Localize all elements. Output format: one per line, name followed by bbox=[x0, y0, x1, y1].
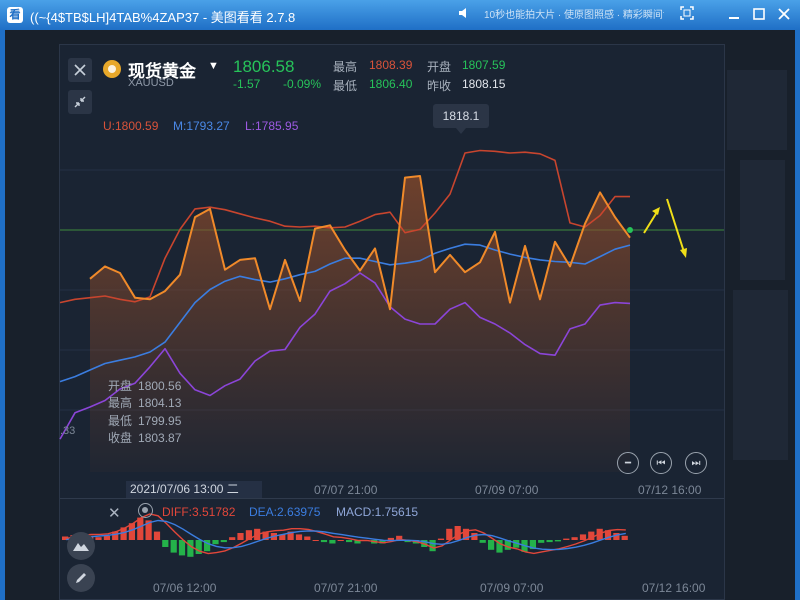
main-x-tick: 07/07 21:00 bbox=[314, 483, 378, 497]
macd-x-tick: 07/06 12:00 bbox=[153, 581, 217, 595]
pencil-icon bbox=[76, 573, 86, 583]
caret-down-icon[interactable]: ▼ bbox=[208, 60, 219, 72]
ohlc-high: 最高 1804.13 bbox=[108, 394, 181, 411]
ohlc-open: 开盘 1800.56 bbox=[108, 377, 181, 394]
mountain-chart-button[interactable] bbox=[67, 532, 95, 560]
ohlc-low-value: 1799.95 bbox=[138, 414, 182, 428]
macd-x-tick: 07/12 16:00 bbox=[642, 581, 706, 595]
speaker-icon[interactable] bbox=[454, 5, 474, 25]
main-x-tick: 07/09 07:00 bbox=[475, 483, 539, 497]
price-change: -1.57 bbox=[233, 77, 261, 91]
gold-logo-icon bbox=[103, 60, 121, 78]
last-page-button[interactable]: ⏭ bbox=[685, 452, 707, 474]
ohlc-close: 收盘 1803.87 bbox=[108, 429, 181, 446]
high-value: 1808.39 bbox=[369, 58, 413, 72]
ohlc-close-label: 收盘 bbox=[108, 431, 133, 445]
close-icon[interactable] bbox=[774, 5, 794, 25]
main-x-tick: 07/12 16:00 bbox=[638, 483, 702, 497]
macd-x-tick: 07/07 21:00 bbox=[314, 581, 378, 595]
macd-x-tick: 07/09 07:00 bbox=[480, 581, 544, 595]
ohlc-low-label: 最低 bbox=[108, 414, 133, 428]
shrink-button[interactable] bbox=[68, 90, 92, 114]
price-change-percent: -0.09% bbox=[283, 77, 322, 91]
skip-forward-icon: ⏭ bbox=[691, 458, 701, 469]
low-label: 最低 bbox=[333, 79, 358, 93]
macd-value: MACD:1.75615 bbox=[336, 505, 419, 519]
mountain-icon bbox=[73, 543, 89, 551]
title-bar[interactable]: 看 ((~{4$TB$LH]4TAB%4ZAP37 - 美图看看 2.7.8 1… bbox=[0, 0, 800, 30]
app-icon: 看 bbox=[7, 7, 23, 23]
left-axis-label: .33 bbox=[60, 425, 76, 437]
symbol-code: XAUUSD bbox=[128, 77, 174, 89]
minus-icon: ━ bbox=[624, 458, 632, 469]
macd-divider bbox=[60, 498, 724, 499]
zoom-out-button[interactable]: ━ bbox=[617, 452, 639, 474]
ohlc-open-value: 1800.56 bbox=[138, 379, 182, 393]
open-value: 1807.59 bbox=[462, 58, 506, 72]
prev-close-value: 1808.15 bbox=[462, 77, 506, 91]
crosshair-date-badge: 2021/07/06 13:00 二 bbox=[126, 481, 262, 498]
close-chart-button[interactable] bbox=[68, 58, 92, 82]
minimize-icon[interactable] bbox=[724, 5, 744, 25]
ohlc-high-label: 最高 bbox=[108, 396, 133, 410]
price-tooltip: 1818.1 bbox=[433, 104, 489, 134]
open-label: 开盘 bbox=[427, 60, 452, 74]
low-value: 1806.40 bbox=[369, 77, 413, 91]
skip-back-icon: ⏮ bbox=[656, 458, 666, 469]
fit-icon[interactable] bbox=[677, 5, 697, 25]
lower-band-legend: L:1785.95 bbox=[245, 119, 299, 133]
close-icon bbox=[74, 64, 86, 76]
mid-band-legend: M:1793.27 bbox=[173, 119, 230, 133]
macd-diff: DIFF:3.51782 bbox=[162, 505, 236, 519]
ohlc-open-label: 开盘 bbox=[108, 379, 133, 393]
ohlc-close-value: 1803.87 bbox=[138, 431, 182, 445]
first-page-button[interactable]: ⏮ bbox=[650, 452, 672, 474]
draw-tool-button[interactable] bbox=[67, 564, 95, 592]
scroll-ticker: 10秒也能拍大片 · 使原图照感 · 精彩瞬间记录 bbox=[484, 10, 664, 21]
prev-close-label: 昨收 bbox=[427, 79, 452, 93]
macd-dea: DEA:2.63975 bbox=[249, 505, 321, 519]
maximize-icon[interactable] bbox=[749, 5, 769, 25]
macd-close-icon[interactable]: ✕ bbox=[108, 504, 121, 522]
window-frame-right bbox=[795, 30, 800, 600]
ohlc-low: 最低 1799.95 bbox=[108, 412, 181, 429]
window-title: ((~{4$TB$LH]4TAB%4ZAP37 - 美图看看 2.7.8 bbox=[30, 10, 296, 25]
shrink-arrows-icon bbox=[74, 96, 86, 108]
gear-icon[interactable] bbox=[138, 503, 153, 518]
high-label: 最高 bbox=[333, 60, 358, 74]
current-price: 1806.58 bbox=[233, 57, 295, 76]
ohlc-high-value: 1804.13 bbox=[138, 396, 182, 410]
upper-band-legend: U:1800.59 bbox=[103, 119, 159, 133]
